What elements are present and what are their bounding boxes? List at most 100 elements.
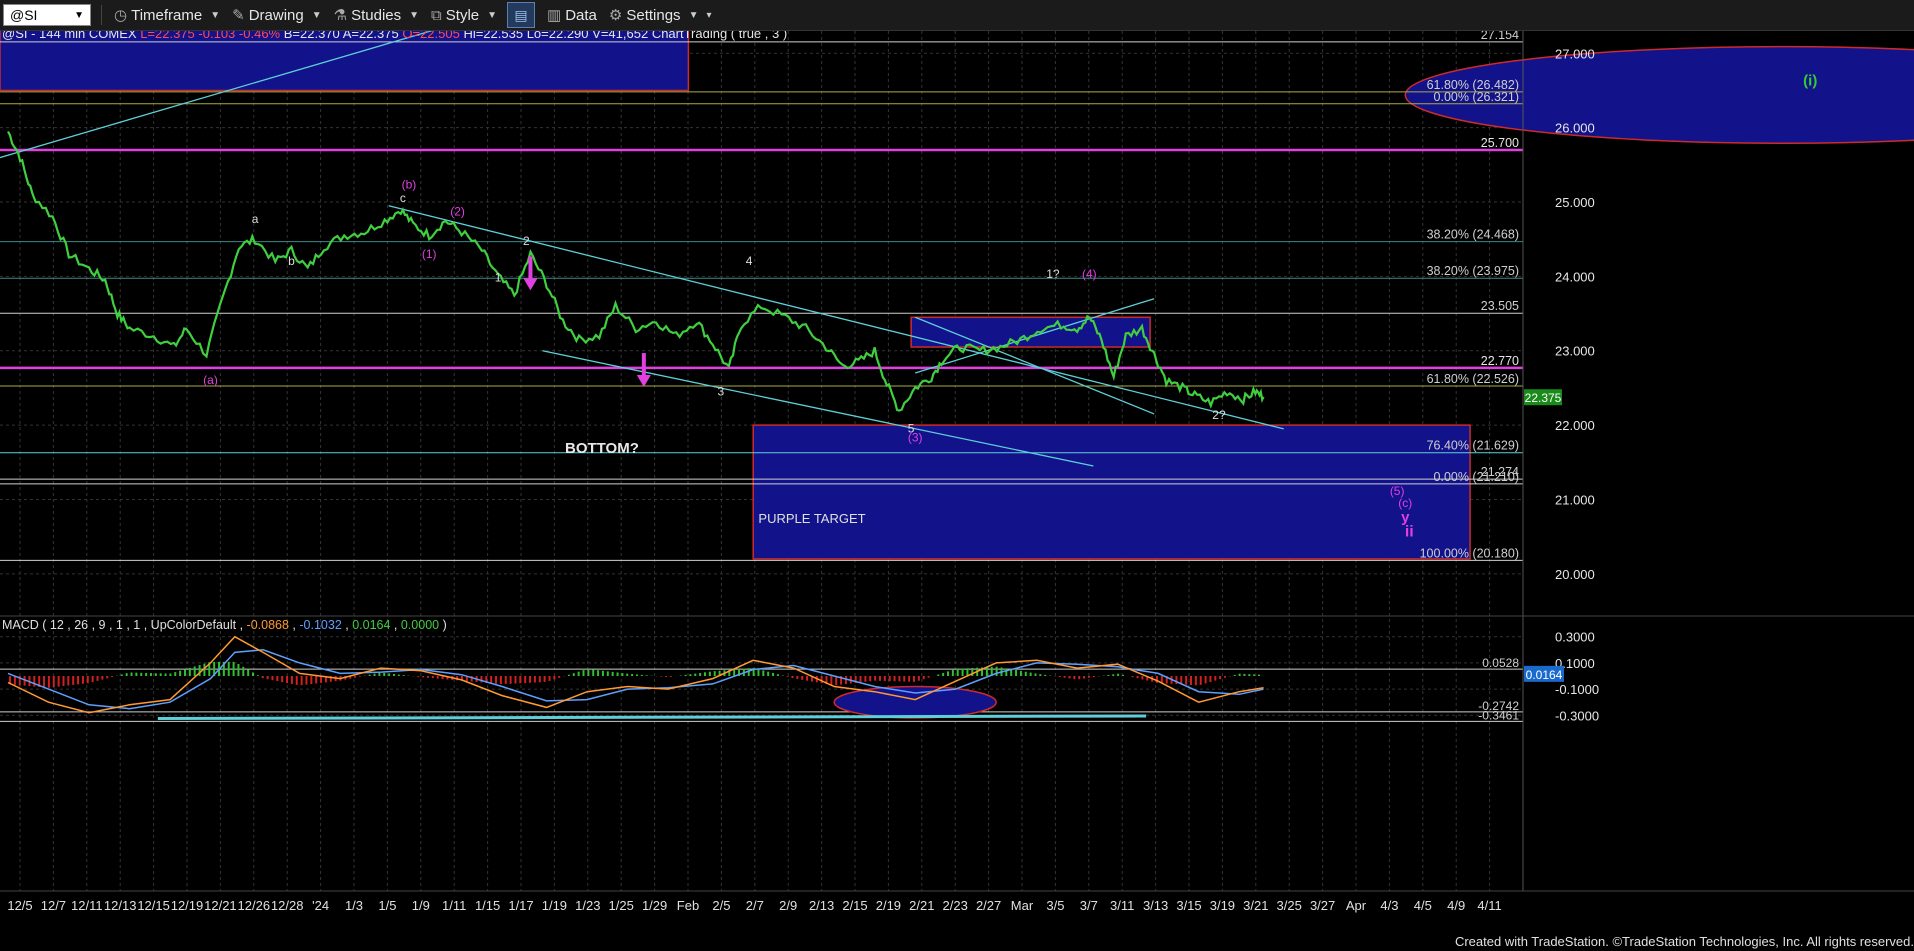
price-chart[interactable]: 27.1540.00% (26.321)61.80% (26.482)25.70… <box>0 31 1914 936</box>
x-tick-label: Feb <box>677 898 699 913</box>
macd-line <box>7 635 1264 714</box>
x-tick-label: 4/11 <box>1477 898 1501 913</box>
symbol-value: @SI <box>10 7 38 23</box>
pencil-icon: ✎ <box>232 7 245 24</box>
x-tick-label: 2/15 <box>842 898 867 913</box>
x-tick-label: 3/21 <box>1243 898 1268 913</box>
drawing-menu[interactable]: ✎ Drawing ▼ <box>232 6 322 25</box>
x-tick-label: 12/21 <box>204 898 237 913</box>
x-tick-label: 2/7 <box>746 898 764 913</box>
macd-level-label: -0.3461 <box>1478 708 1519 722</box>
chevron-down-icon: ▾ <box>706 9 712 21</box>
level-label: 25.700 <box>1481 136 1519 150</box>
x-tick-label: 2/9 <box>779 898 797 913</box>
layout-toggle-button[interactable]: ▤ <box>507 2 536 28</box>
y-tick-label: 23.000 <box>1555 344 1595 359</box>
timeframe-menu[interactable]: ◷ Timeframe ▼ <box>114 6 220 25</box>
macd-current-label: 0.0164 <box>1526 668 1563 682</box>
zone-box[interactable] <box>752 424 1471 560</box>
wave-label: c <box>400 191 406 205</box>
wave-label: 1 <box>495 271 502 285</box>
x-tick-label: 12/19 <box>171 898 204 913</box>
drawing-label: Drawing <box>248 6 304 24</box>
last-price-label: 22.375 <box>1525 391 1562 405</box>
x-tick-label: 3/27 <box>1310 898 1335 913</box>
wave-label: 1? <box>1046 267 1060 281</box>
macd-header-part: ) <box>439 618 447 632</box>
chart-toolbar: @SI ▼ ◷ Timeframe ▼ ✎ Drawing ▼ ⚗ Studies ▼ ⧉ St… <box>0 0 1914 31</box>
y-tick-label: 24.000 <box>1555 269 1595 284</box>
header-last: L=22.375 <box>140 31 195 41</box>
macd-panel: MACD ( 12 , 26 , 9 , 1 , 1 , UpColorDefa… <box>0 618 1599 723</box>
studies-label: Studies <box>351 6 402 24</box>
timeframe-label: Timeframe <box>131 6 203 24</box>
y-tick-label: 26.000 <box>1555 121 1595 136</box>
bar-chart-icon: ▥ <box>547 7 562 24</box>
x-tick-label: 1/11 <box>442 898 466 913</box>
wave-label: (1) <box>422 247 437 261</box>
x-tick-label: 4/3 <box>1380 898 1398 913</box>
level-label: 100.00% (20.180) <box>1420 546 1519 560</box>
chevron-down-icon: ▼ <box>688 9 699 21</box>
x-tick-label: 1/19 <box>542 898 567 913</box>
x-tick-label: 3/5 <box>1046 898 1064 913</box>
data-menu[interactable]: ▥ Data <box>547 6 597 25</box>
x-tick-label: 3/7 <box>1080 898 1098 913</box>
wave-label: (3) <box>908 430 923 444</box>
header-symbol: @SI - 144 min COMEX <box>2 31 137 41</box>
x-tick-label: 1/15 <box>475 898 500 913</box>
y-tick-label: 20.000 <box>1555 567 1595 582</box>
level-label: 61.80% (22.526) <box>1427 372 1519 386</box>
x-tick-label: 3/19 <box>1210 898 1235 913</box>
y-tick-label: 25.000 <box>1555 195 1595 210</box>
x-tick-label: 2/19 <box>876 898 901 913</box>
x-tick-label: Apr <box>1346 898 1367 913</box>
x-tick-label: 3/13 <box>1143 898 1168 913</box>
x-tick-label: 12/28 <box>271 898 304 913</box>
trend-lines[interactable] <box>0 31 1284 467</box>
x-tick-label: 12/7 <box>41 898 66 913</box>
y-tick-label: 21.000 <box>1555 492 1595 507</box>
x-tick-label: 3/15 <box>1176 898 1201 913</box>
macd-divergence-line <box>157 714 1147 721</box>
x-tick-label: 2/13 <box>809 898 834 913</box>
clock-icon: ◷ <box>114 7 128 24</box>
x-tick-label: 2/27 <box>976 898 1001 913</box>
header-volume: V=41,652 <box>592 31 648 41</box>
wave-label: b <box>288 254 295 268</box>
macd-header-part: , <box>289 618 299 632</box>
wave-label: 2? <box>1212 408 1226 422</box>
header-change: -0.103 <box>198 31 235 41</box>
chevron-down-icon: ▼ <box>409 9 420 21</box>
wave-label: (2) <box>450 204 465 218</box>
flask-icon: ⚗ <box>333 7 348 24</box>
level-label: 76.40% (21.629) <box>1427 439 1519 453</box>
header-ask: A=22.375 <box>343 31 399 41</box>
macd-tick-label: -0.1000 <box>1555 682 1599 697</box>
wave-label: (i) <box>1803 72 1817 89</box>
x-tick-label: 1/9 <box>412 898 430 913</box>
x-tick-label: 12/15 <box>137 898 170 913</box>
style-menu[interactable]: ⧉ Style ▼ <box>431 7 497 24</box>
x-tick-label: 1/3 <box>345 898 363 913</box>
settings-menu[interactable]: ⚙ Settings ▼ ▾ <box>609 6 712 25</box>
studies-menu[interactable]: ⚗ Studies ▼ <box>333 6 420 25</box>
macd-header-part: MACD ( 12 , 26 , 9 , 1 , 1 , UpColorDefa… <box>2 618 247 632</box>
macd-tick-label: 0.3000 <box>1555 630 1595 645</box>
macd-tick-label: -0.3000 <box>1555 708 1599 723</box>
x-tick-label: 1/23 <box>575 898 600 913</box>
purple-target-label: PURPLE TARGET <box>758 511 865 526</box>
zone-box[interactable] <box>910 316 1151 348</box>
macd-level-label: 0.0528 <box>1482 656 1519 670</box>
x-tick-label: 1/17 <box>508 898 533 913</box>
header-study: ChartTrading ( true , 3 ) <box>652 31 787 41</box>
x-tick-label: 1/5 <box>378 898 396 913</box>
wave-label: (4) <box>1082 267 1097 281</box>
wave-label: a <box>252 212 259 226</box>
data-label: Data <box>565 6 597 24</box>
header-high: Hi=22.535 <box>463 31 523 41</box>
level-label: 61.80% (26.482) <box>1427 78 1519 92</box>
level-label: 27.154 <box>1481 31 1519 42</box>
symbol-input[interactable]: @SI ▼ <box>3 4 91 26</box>
header-open: O=22.505 <box>402 31 459 41</box>
